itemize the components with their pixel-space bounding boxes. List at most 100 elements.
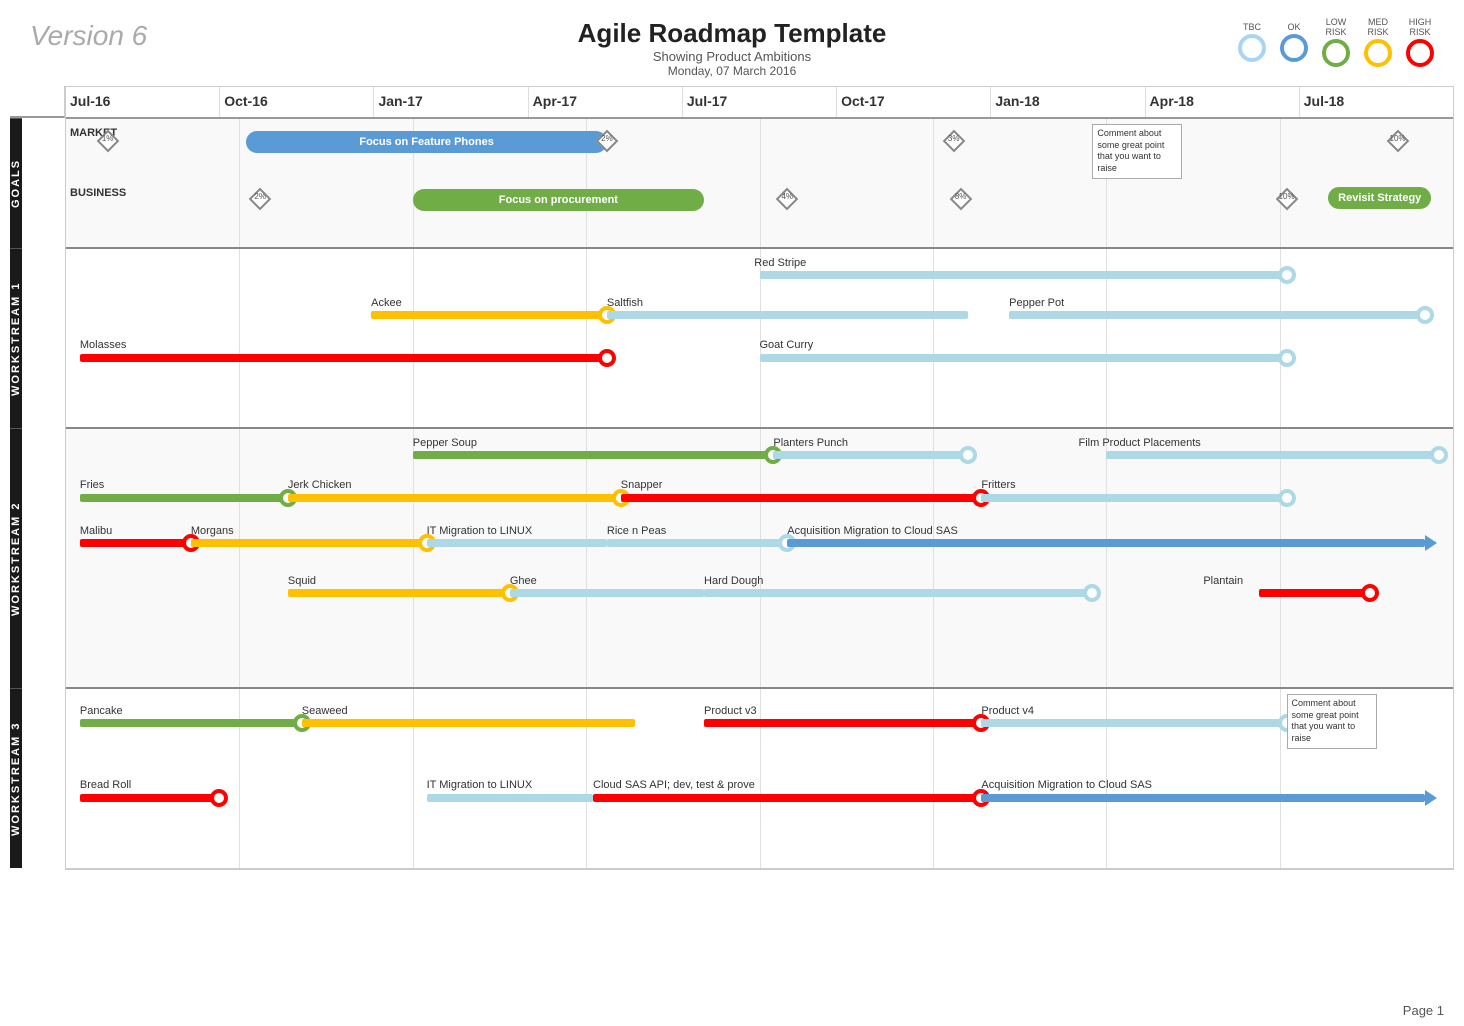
legend-circle-ok bbox=[1280, 34, 1308, 62]
planters-punch-label: Planters Punch bbox=[773, 437, 848, 449]
snapper-bar bbox=[621, 494, 982, 502]
pancake-bar bbox=[80, 719, 302, 727]
col-header-jul17: Jul-17 bbox=[683, 87, 837, 117]
red-stripe-bar bbox=[760, 271, 1287, 279]
saltfish-label: Saltfish bbox=[607, 297, 643, 309]
film-product-circle bbox=[1430, 446, 1448, 464]
acquisition-migration-arrow bbox=[1425, 535, 1437, 551]
col-header-jan17: Jan-17 bbox=[374, 87, 528, 117]
grid-line-1 bbox=[239, 119, 240, 247]
legend-high: HIGHRISK bbox=[1406, 18, 1434, 67]
it-migration-label: IT Migration to LINUX bbox=[427, 525, 533, 537]
title-block: Agile Roadmap Template Showing Product A… bbox=[578, 18, 887, 78]
goat-curry-bar bbox=[760, 354, 1287, 362]
revisit-strategy-btn[interactable]: Revisit Strategy bbox=[1328, 187, 1431, 209]
hard-dough-circle bbox=[1083, 584, 1101, 602]
col-header-oct17: Oct-17 bbox=[837, 87, 991, 117]
ws2-section: Pepper Soup Planters Punch Film Product … bbox=[66, 429, 1453, 689]
goat-curry-label: Goat Curry bbox=[760, 339, 814, 351]
pepper-pot-label: Pepper Pot bbox=[1009, 297, 1064, 309]
version-label: Version 6 bbox=[30, 20, 147, 52]
legend-low: LOWRISK bbox=[1322, 18, 1350, 67]
rice-peas-label: Rice n Peas bbox=[607, 525, 666, 537]
business-label: BUSINESS bbox=[70, 187, 126, 199]
grid-line-4 bbox=[760, 119, 761, 247]
pancake-label: Pancake bbox=[80, 705, 123, 717]
focus-procurement-bar: Focus on procurement bbox=[413, 189, 704, 211]
hard-dough-label: Hard Dough bbox=[704, 575, 763, 587]
molasses-bar bbox=[80, 354, 607, 362]
snapper-label: Snapper bbox=[621, 479, 663, 491]
fries-bar bbox=[80, 494, 288, 502]
film-product-bar bbox=[1106, 451, 1439, 459]
ghee-label: Ghee bbox=[510, 575, 537, 587]
left-labels: GOALS WORKSTREAM 1 WORKSTREAM 2 WORKSTRE… bbox=[10, 86, 65, 870]
pepper-soup-label: Pepper Soup bbox=[413, 437, 477, 449]
product-v4-label: Product v4 bbox=[981, 705, 1034, 717]
morgans-label: Morgans bbox=[191, 525, 234, 537]
grid-line-7 bbox=[1280, 119, 1281, 247]
saltfish-bar bbox=[607, 311, 968, 319]
legend-ok: OK bbox=[1280, 23, 1308, 62]
plantain-circle bbox=[1361, 584, 1379, 602]
bread-roll-bar bbox=[80, 794, 219, 802]
fritters-circle bbox=[1278, 489, 1296, 507]
col-header-apr18: Apr-18 bbox=[1146, 87, 1300, 117]
legend-circle-tbc bbox=[1238, 34, 1266, 62]
timeline-header: Jul-16 Oct-16 Jan-17 Apr-17 Jul-17 Oct-1… bbox=[66, 87, 1453, 119]
ws1-label: WORKSTREAM 1 bbox=[10, 248, 22, 428]
molasses-label: Molasses bbox=[80, 339, 126, 351]
morgans-bar bbox=[191, 539, 427, 547]
product-v4-bar bbox=[981, 719, 1286, 727]
molasses-circle bbox=[598, 349, 616, 367]
product-v3-bar bbox=[704, 719, 981, 727]
red-stripe-label: Red Stripe bbox=[754, 257, 806, 269]
planters-punch-circle bbox=[959, 446, 977, 464]
legend-med: MEDRISK bbox=[1364, 18, 1392, 67]
seaweed-label: Seaweed bbox=[302, 705, 348, 717]
it-migration-bar bbox=[427, 539, 607, 547]
ackee-bar bbox=[371, 311, 607, 319]
ws3-label: WORKSTREAM 3 bbox=[10, 688, 22, 868]
goals-label: GOALS bbox=[10, 118, 22, 248]
comment-box-2: Comment about some great point that you … bbox=[1287, 694, 1377, 749]
page-container: Version 6 Agile Roadmap Template Showing… bbox=[0, 0, 1464, 1026]
legend-circle-low bbox=[1322, 39, 1350, 67]
malibu-label: Malibu bbox=[80, 525, 112, 537]
bread-roll-circle bbox=[210, 789, 228, 807]
ws1-section: Red Stripe Ackee Saltfish Pepper Pot M bbox=[66, 249, 1453, 429]
diamond-1pct-label: 1% bbox=[102, 134, 114, 143]
film-product-label: Film Product Placements bbox=[1079, 437, 1201, 449]
fritters-bar bbox=[981, 494, 1286, 502]
goals-section: MARKET 1% Focus on Feature Phones 2% 3% … bbox=[66, 119, 1453, 249]
seaweed-bar bbox=[302, 719, 635, 727]
diamond-2pct-business-label: 2% bbox=[254, 192, 266, 201]
comment-box-1: Comment about some great point that you … bbox=[1092, 124, 1182, 179]
col-header-jan18: Jan-18 bbox=[991, 87, 1145, 117]
legend-circle-high bbox=[1406, 39, 1434, 67]
ackee-label: Ackee bbox=[371, 297, 402, 309]
acquisition-ws3-bar bbox=[981, 794, 1425, 802]
acquisition-ws3-arrow bbox=[1425, 790, 1437, 806]
fritters-label: Fritters bbox=[981, 479, 1015, 491]
jerk-chicken-bar bbox=[288, 494, 621, 502]
col-header-apr17: Apr-17 bbox=[529, 87, 683, 117]
goat-curry-circle bbox=[1278, 349, 1296, 367]
rice-peas-bar bbox=[607, 539, 787, 547]
red-stripe-circle bbox=[1278, 266, 1296, 284]
subtitle: Showing Product Ambitions bbox=[578, 49, 887, 64]
squid-label: Squid bbox=[288, 575, 316, 587]
col-header-oct16: Oct-16 bbox=[220, 87, 374, 117]
diamond-10pct-business-label: 10% bbox=[1279, 192, 1295, 201]
ws3-section: Pancake Seaweed Product v3 Product v4 Co… bbox=[66, 689, 1453, 869]
cloud-sas-api-bar bbox=[593, 794, 981, 802]
diamond-4pct-label: 4% bbox=[781, 192, 793, 201]
page-title: Agile Roadmap Template bbox=[578, 18, 887, 49]
col-header-jul16: Jul-16 bbox=[66, 87, 220, 117]
fries-label: Fries bbox=[80, 479, 104, 491]
acquisition-migration-bar bbox=[787, 539, 1425, 547]
pepper-pot-circle bbox=[1416, 306, 1434, 324]
malibu-bar bbox=[80, 539, 191, 547]
squid-bar bbox=[288, 589, 510, 597]
header: Version 6 Agile Roadmap Template Showing… bbox=[10, 10, 1454, 82]
